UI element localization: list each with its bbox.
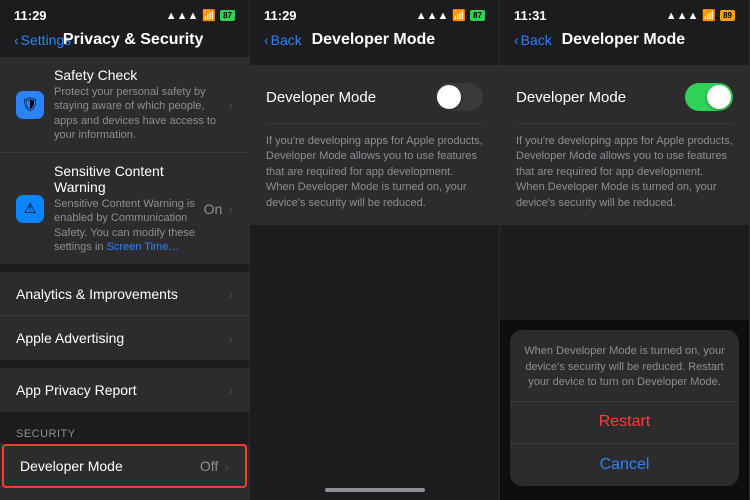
back-chevron-1: ‹ bbox=[14, 32, 19, 48]
status-icons-2: ▲▲▲ 📶 87 bbox=[416, 9, 485, 22]
status-bar-3: 11:31 ▲▲▲ 📶 89 bbox=[500, 0, 749, 27]
apple-advertising-item[interactable]: Apple Advertising › bbox=[0, 316, 249, 360]
status-icons-1: ▲▲▲ 📶 87 bbox=[166, 9, 235, 22]
apple-advertising-content: Apple Advertising bbox=[16, 330, 228, 346]
status-time-1: 11:29 bbox=[14, 8, 47, 23]
developer-mode-chevron: › bbox=[224, 458, 229, 474]
home-indicator-2 bbox=[250, 480, 499, 500]
dev-mode-card-3: Developer Mode If you're developing apps… bbox=[500, 65, 749, 225]
toggle-knob-3 bbox=[707, 85, 731, 109]
nav-title-1: Privacy & Security bbox=[31, 31, 235, 49]
dialog-overlay-3: When Developer Mode is turned on, your d… bbox=[500, 320, 749, 500]
safety-check-icon: 🛡 bbox=[16, 91, 44, 119]
sensitive-content-title: Sensitive Content Warning bbox=[54, 163, 204, 195]
safety-check-subtitle: Protect your personal safety by staying … bbox=[54, 85, 228, 142]
sensitive-content-value: On bbox=[204, 201, 223, 217]
battery-2: 87 bbox=[470, 10, 485, 21]
dev-mode-toggle-label-2: Developer Mode bbox=[266, 89, 376, 106]
group-2: Analytics & Improvements › Apple Adverti… bbox=[0, 272, 249, 360]
dev-mode-toggle-2[interactable] bbox=[435, 83, 483, 111]
apple-advertising-chevron: › bbox=[228, 330, 233, 346]
wifi-icon-3: 📶 bbox=[702, 9, 716, 22]
settings-scroll-1[interactable]: 🛡 Safety Check Protect your personal saf… bbox=[0, 57, 249, 500]
analytics-item[interactable]: Analytics & Improvements › bbox=[0, 272, 249, 316]
sensitive-content-subtitle: Sensitive Content Warning is enabled by … bbox=[54, 197, 204, 254]
dialog-restart-button[interactable]: Restart bbox=[510, 401, 739, 444]
lockdown-mode-item[interactable]: Lockdown Mode Off › bbox=[0, 488, 249, 500]
app-privacy-report-content: App Privacy Report bbox=[16, 382, 228, 398]
toggle-row-2: Developer Mode bbox=[266, 79, 483, 124]
toggle-row-3: Developer Mode bbox=[516, 79, 733, 124]
nav-header-3: ‹ Back Developer Mode bbox=[500, 27, 749, 57]
nav-title-2: Developer Mode bbox=[262, 31, 485, 49]
group-1: 🛡 Safety Check Protect your personal saf… bbox=[0, 57, 249, 264]
dev-mode-toggle-label-3: Developer Mode bbox=[516, 89, 626, 106]
phone-2: 11:29 ▲▲▲ 📶 87 ‹ Back Developer Mode Dev… bbox=[250, 0, 500, 500]
safety-check-content: Safety Check Protect your personal safet… bbox=[54, 67, 228, 142]
separator-2 bbox=[0, 360, 249, 368]
dialog-message-3: When Developer Mode is turned on, your d… bbox=[510, 330, 739, 400]
nav-header-1: ‹ Settings Privacy & Security bbox=[0, 27, 249, 57]
app-privacy-report-item[interactable]: App Privacy Report › bbox=[0, 368, 249, 412]
sensitive-content-chevron: › bbox=[228, 201, 233, 217]
safety-check-title: Safety Check bbox=[54, 67, 228, 83]
wifi-icon-1: 📶 bbox=[202, 9, 216, 22]
developer-mode-title: Developer Mode bbox=[20, 458, 200, 474]
phone-1: 11:29 ▲▲▲ 📶 87 ‹ Settings Privacy & Secu… bbox=[0, 0, 250, 500]
safety-check-item[interactable]: 🛡 Safety Check Protect your personal saf… bbox=[0, 57, 249, 153]
separator-1 bbox=[0, 264, 249, 272]
status-bar-1: 11:29 ▲▲▲ 📶 87 bbox=[0, 0, 249, 27]
dev-mode-description-2: If you're developing apps for Apple prod… bbox=[266, 124, 483, 211]
wifi-icon-2: 📶 bbox=[452, 9, 466, 22]
status-time-2: 11:29 bbox=[264, 8, 297, 23]
screen-time-link[interactable]: Screen Time… bbox=[107, 241, 180, 253]
dev-mode-card-2: Developer Mode If you're developing apps… bbox=[250, 65, 499, 225]
dialog-box-3: When Developer Mode is turned on, your d… bbox=[510, 330, 739, 486]
status-bar-2: 11:29 ▲▲▲ 📶 87 bbox=[250, 0, 499, 27]
security-group: Developer Mode Off › Lockdown Mode Off › bbox=[0, 444, 249, 500]
app-privacy-report-title: App Privacy Report bbox=[16, 382, 228, 398]
dev-mode-toggle-3[interactable] bbox=[685, 83, 733, 111]
safety-check-chevron: › bbox=[228, 97, 233, 113]
nav-header-2: ‹ Back Developer Mode bbox=[250, 27, 499, 57]
sensitive-content-icon: ⚠ bbox=[16, 195, 44, 223]
dev-mode-description-3: If you're developing apps for Apple prod… bbox=[516, 124, 733, 211]
status-icons-3: ▲▲▲ 📶 89 bbox=[666, 9, 735, 22]
toggle-knob-2 bbox=[437, 85, 461, 109]
developer-mode-value: Off bbox=[200, 458, 218, 474]
security-section-label: SECURITY bbox=[0, 420, 249, 444]
status-time-3: 11:31 bbox=[514, 8, 547, 23]
analytics-title: Analytics & Improvements bbox=[16, 286, 228, 302]
signal-icon-3: ▲▲▲ bbox=[666, 10, 699, 22]
analytics-chevron: › bbox=[228, 286, 233, 302]
signal-icon-2: ▲▲▲ bbox=[416, 10, 449, 22]
phone-3: 11:31 ▲▲▲ 📶 89 ‹ Back Developer Mode Dev… bbox=[500, 0, 750, 500]
signal-icon-1: ▲▲▲ bbox=[166, 10, 199, 22]
separator-3 bbox=[0, 412, 249, 420]
home-bar-2 bbox=[325, 488, 425, 492]
apple-advertising-title: Apple Advertising bbox=[16, 330, 228, 346]
battery-3: 89 bbox=[720, 10, 735, 21]
dialog-cancel-button[interactable]: Cancel bbox=[510, 444, 739, 486]
sensitive-content-item[interactable]: ⚠ Sensitive Content Warning Sensitive Co… bbox=[0, 153, 249, 264]
analytics-content: Analytics & Improvements bbox=[16, 286, 228, 302]
battery-1: 87 bbox=[220, 10, 235, 21]
dev-mode-screen-2: Developer Mode If you're developing apps… bbox=[250, 57, 499, 480]
sensitive-content-content: Sensitive Content Warning Sensitive Cont… bbox=[54, 163, 204, 254]
nav-title-3: Developer Mode bbox=[512, 31, 735, 49]
developer-mode-content: Developer Mode bbox=[20, 458, 200, 474]
app-privacy-report-chevron: › bbox=[228, 382, 233, 398]
developer-mode-item[interactable]: Developer Mode Off › bbox=[2, 444, 247, 488]
group-3: App Privacy Report › bbox=[0, 368, 249, 412]
